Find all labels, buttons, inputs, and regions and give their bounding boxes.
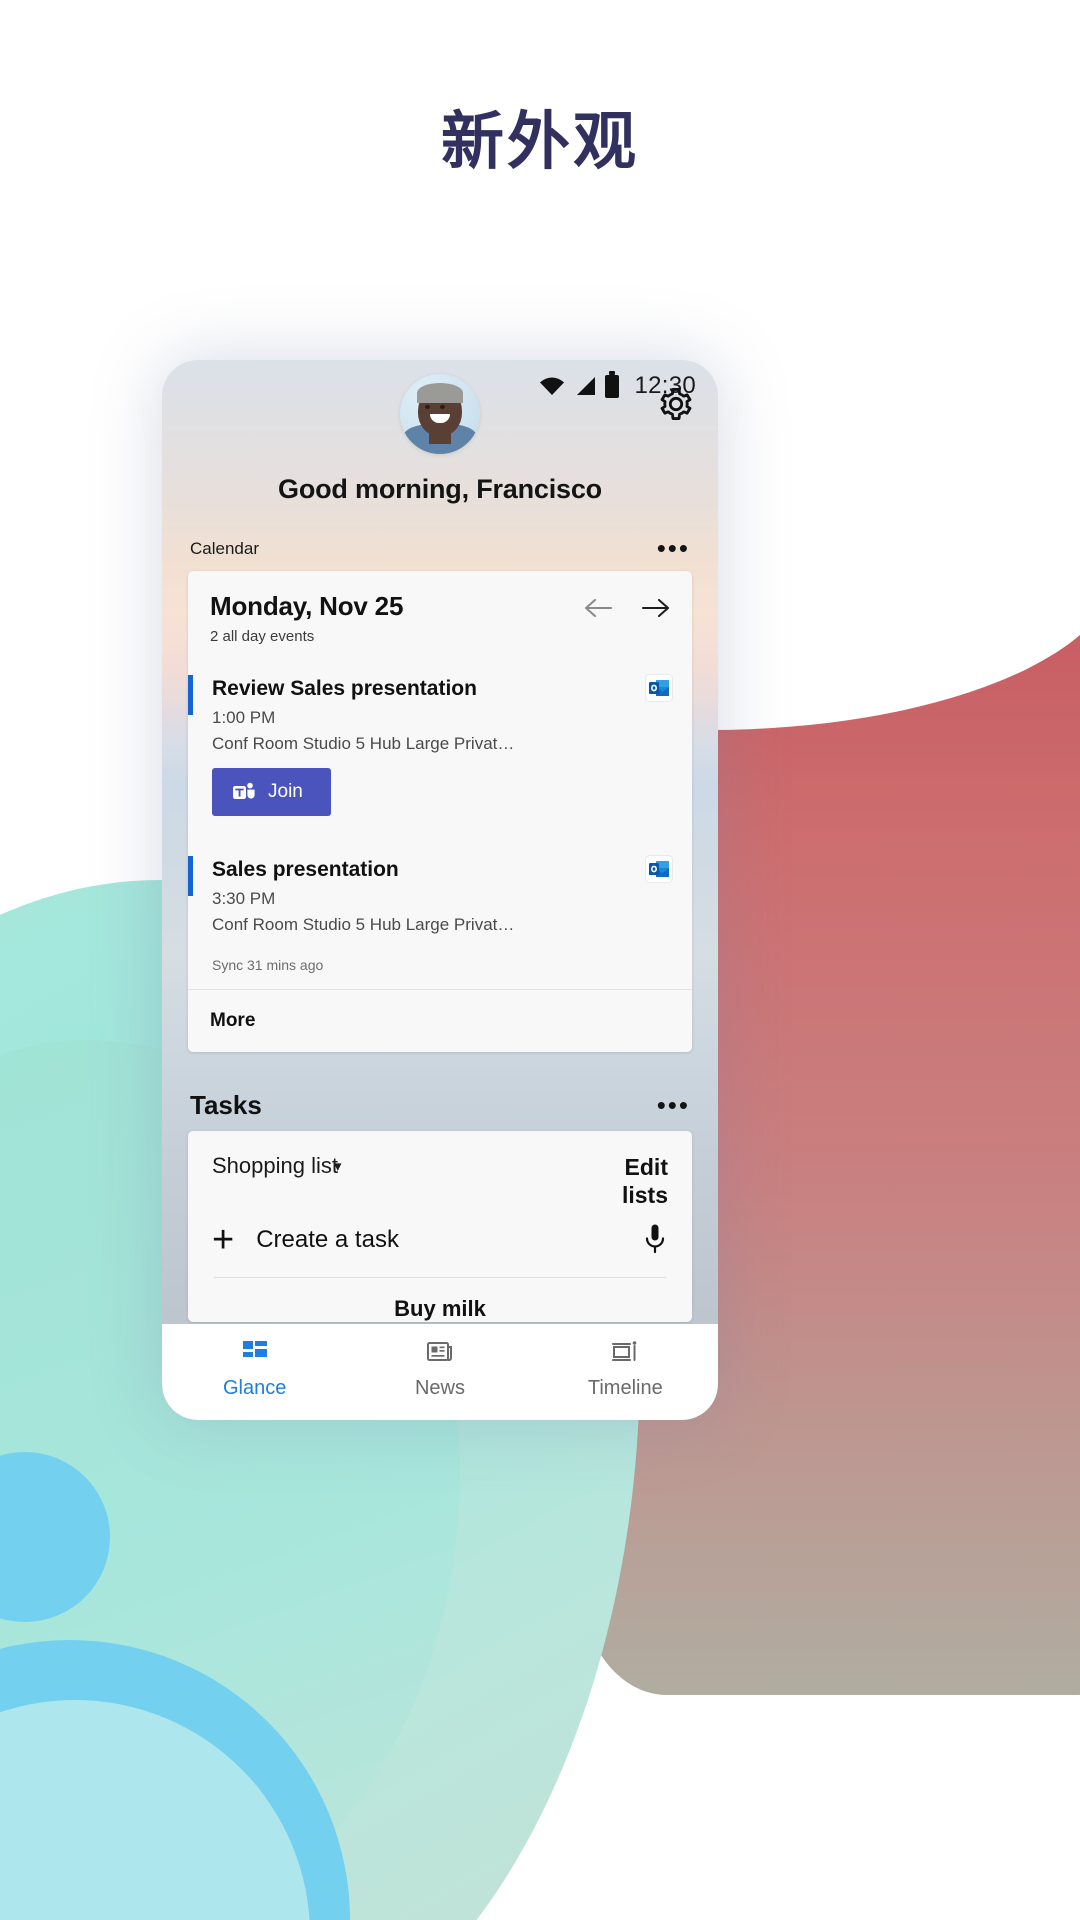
- timeline-icon: [612, 1341, 637, 1361]
- bottom-navigation: Glance News Timeline: [162, 1324, 718, 1420]
- nav-item-glance[interactable]: Glance: [180, 1338, 330, 1400]
- teams-icon: [233, 782, 255, 799]
- list-item[interactable]: Buy milk: [188, 1278, 692, 1322]
- event-location: Conf Room Studio 5 Hub Large Privat…: [212, 915, 515, 934]
- create-task-row[interactable]: + Create a task: [188, 1209, 692, 1261]
- calendar-date: Monday, Nov 25: [210, 591, 404, 621]
- tasks-card: Shopping list ▾ Edit lists + Create a ta…: [188, 1131, 692, 1323]
- arrow-left-icon[interactable]: [584, 595, 614, 621]
- tasks-overflow-button[interactable]: •••: [657, 1092, 690, 1117]
- app-header: Good morning, Francisco: [162, 360, 718, 505]
- calendar-section-label: Calendar: [190, 539, 259, 558]
- calendar-section-header: Calendar •••: [162, 536, 718, 561]
- event-accent-bar: [188, 856, 193, 896]
- nav-item-news[interactable]: News: [365, 1338, 515, 1400]
- nav-label-glance: Glance: [222, 1377, 287, 1399]
- calendar-card: Monday, Nov 25 2 all day events Review S…: [188, 571, 692, 1052]
- outlook-icon: [646, 675, 672, 701]
- event-title: Sales presentation: [212, 858, 399, 881]
- edit-lists-button[interactable]: Edit lists: [590, 1153, 668, 1209]
- calendar-event[interactable]: Sales presentation 3:30 PM Conf Room Stu…: [188, 842, 692, 943]
- nav-label-timeline: Timeline: [587, 1377, 663, 1399]
- avatar[interactable]: [400, 374, 480, 454]
- microphone-icon[interactable]: [642, 1223, 668, 1257]
- chevron-down-icon: ▾: [333, 1158, 342, 1175]
- calendar-more-button[interactable]: More: [188, 989, 692, 1052]
- news-icon: [426, 1342, 452, 1361]
- task-list-selector[interactable]: Shopping list ▾: [212, 1153, 342, 1179]
- calendar-subtitle: 2 all day events: [210, 628, 315, 645]
- gear-icon[interactable]: [658, 386, 694, 422]
- event-time: 3:30 PM: [212, 889, 276, 908]
- event-accent-bar: [188, 675, 193, 715]
- outlook-icon: [646, 856, 672, 882]
- tasks-section-header: Tasks •••: [162, 1090, 718, 1121]
- phone-mockup: 12:30 Good morning, Francisco Calendar •…: [162, 360, 718, 1420]
- glance-icon: [242, 1341, 267, 1357]
- join-button[interactable]: Join: [212, 768, 331, 816]
- calendar-event[interactable]: Review Sales presentation 1:00 PM Conf R…: [188, 661, 692, 824]
- nav-item-timeline[interactable]: Timeline: [550, 1338, 700, 1400]
- event-location: Conf Room Studio 5 Hub Large Privat…: [212, 734, 515, 753]
- nav-label-news: News: [414, 1377, 465, 1399]
- sync-status: Sync 31 mins ago: [212, 957, 324, 973]
- event-title: Review Sales presentation: [212, 677, 477, 700]
- arrow-right-icon[interactable]: [640, 595, 670, 621]
- greeting-text: Good morning, Francisco: [278, 474, 602, 504]
- calendar-overflow-button[interactable]: •••: [657, 536, 690, 561]
- task-list-name: Shopping list: [212, 1153, 338, 1178]
- plus-icon: +: [212, 1218, 235, 1261]
- page-title: 新外观: [441, 107, 639, 177]
- tasks-section-label: Tasks: [190, 1090, 262, 1120]
- join-button-label: Join: [268, 781, 303, 802]
- event-time: 1:00 PM: [212, 708, 276, 727]
- create-task-label: Create a task: [256, 1226, 399, 1254]
